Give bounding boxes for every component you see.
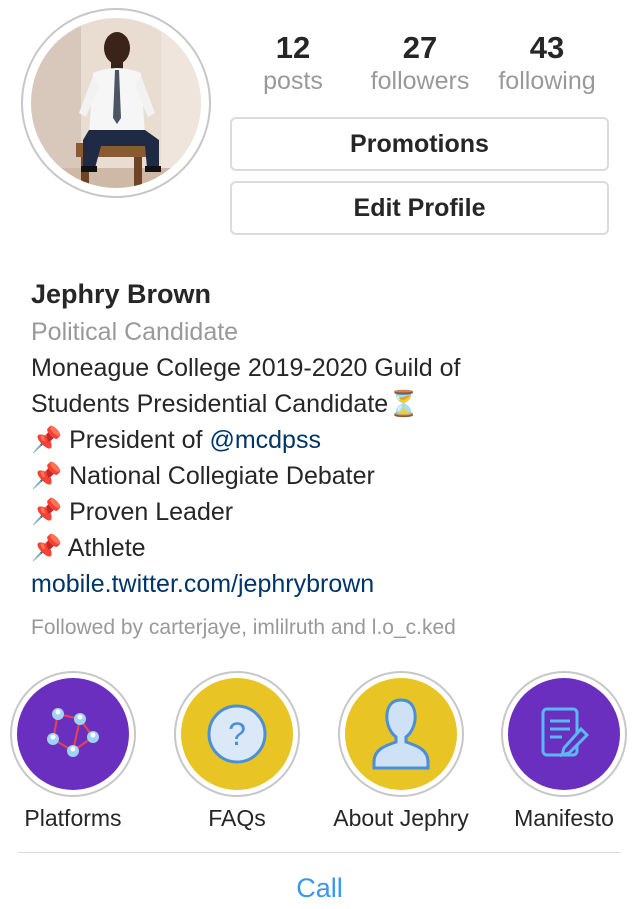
bio-line-5: 📌 Proven Leader — [31, 494, 621, 530]
edit-profile-button[interactable]: Edit Profile — [230, 181, 609, 235]
profile-name: Jephry Brown — [31, 279, 212, 309]
profile-photo — [31, 18, 201, 188]
bio-line-3-text: President of — [69, 426, 210, 454]
hourglass-icon: ⏳ — [388, 390, 420, 418]
following-label: following — [498, 67, 596, 95]
followers-count: 27 — [402, 30, 438, 65]
bio-line-6: 📌 Athlete — [31, 530, 621, 566]
call-button[interactable]: Call — [0, 873, 639, 904]
person-icon — [372, 698, 430, 770]
highlight-about-cover[interactable] — [345, 678, 457, 790]
document-edit-icon — [541, 707, 590, 758]
mention-link[interactable]: @mcdpss — [209, 426, 321, 454]
bio-line-4-text: National Collegiate Debater — [69, 462, 375, 490]
highlight-manifesto-cover[interactable] — [508, 678, 620, 790]
pushpin-icon: 📌 — [31, 498, 63, 526]
website-link[interactable]: mobile.twitter.com/jephrybrown — [31, 566, 621, 602]
avatar[interactable] — [31, 18, 201, 188]
posts-label: posts — [263, 67, 323, 95]
bio-line-6-text: Athlete — [67, 534, 146, 562]
network-icon — [47, 708, 99, 757]
bio-line-5-text: Proven Leader — [69, 498, 234, 526]
highlight-label-manifesto: Manifesto — [514, 805, 614, 831]
bio-line-3: 📌 President of @mcdpss — [31, 422, 621, 458]
question-icon: ? — [207, 704, 267, 764]
posts-count: 12 — [275, 30, 311, 65]
followers-label: followers — [370, 67, 470, 95]
bio-line-4: 📌 National Collegiate Debater — [31, 458, 621, 494]
pushpin-icon: 📌 — [31, 534, 63, 562]
stat-following[interactable]: 43 following — [487, 30, 607, 96]
bio-line-2: Students Presidential Candidate⏳ — [31, 386, 621, 422]
following-count: 43 — [529, 30, 565, 65]
pushpin-icon: 📌 — [31, 462, 63, 490]
stat-posts[interactable]: 12 posts — [233, 30, 353, 96]
profile-bio: Moneague College 2019-2020 Guild of Stud… — [31, 350, 621, 602]
profile-category: Political Candidate — [31, 318, 239, 346]
divider — [18, 852, 621, 853]
highlight-label-about: About Jephry — [333, 805, 469, 831]
stat-followers[interactable]: 27 followers — [360, 30, 480, 96]
bio-line-2-text: Students Presidential Candidate — [31, 390, 389, 418]
followed-by-text[interactable]: Followed by carterjaye, imlilruth and l.… — [31, 610, 621, 646]
promotions-button[interactable]: Promotions — [230, 117, 609, 171]
pushpin-icon: 📌 — [31, 426, 63, 454]
highlight-faqs-cover[interactable]: ? — [181, 678, 293, 790]
highlight-label-platforms: Platforms — [24, 805, 122, 831]
highlight-label-faqs: FAQs — [208, 805, 266, 831]
bio-line-1: Moneague College 2019-2020 Guild of — [31, 354, 461, 382]
svg-text:?: ? — [228, 716, 246, 752]
highlight-platforms-cover[interactable] — [17, 678, 129, 790]
